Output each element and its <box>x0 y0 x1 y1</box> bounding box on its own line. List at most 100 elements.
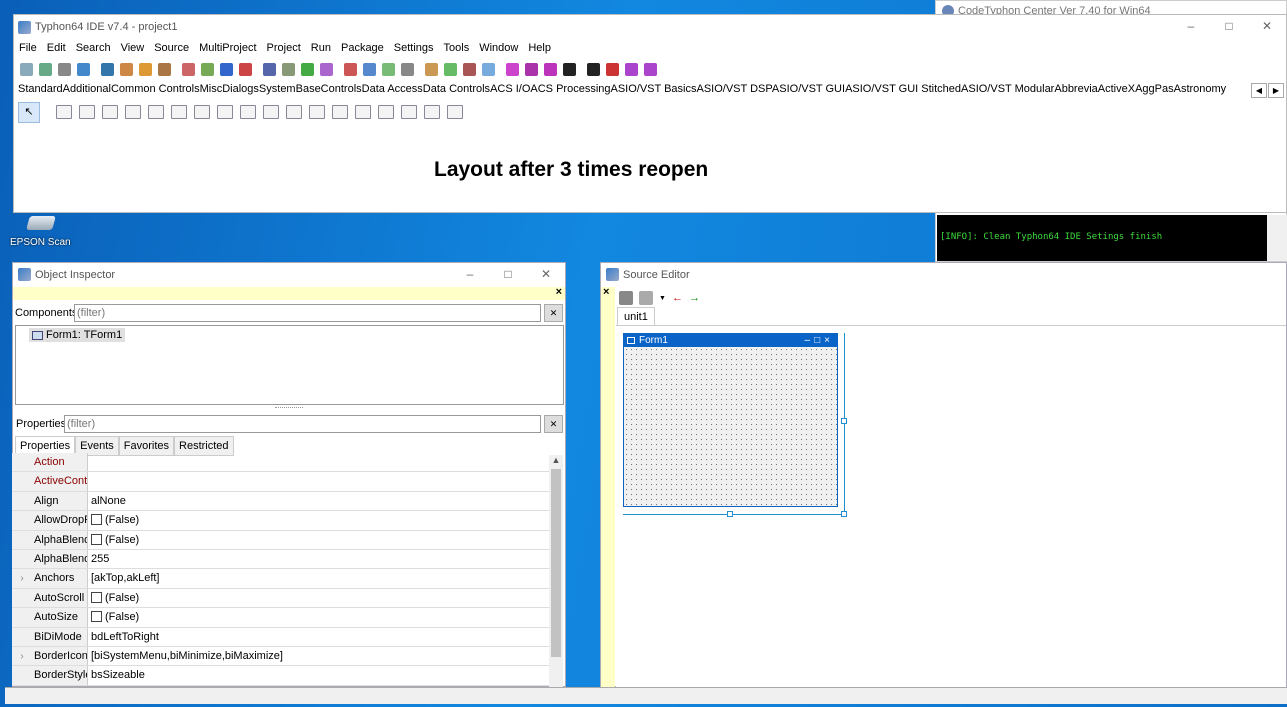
toolbar-button-19-icon[interactable] <box>382 62 395 76</box>
property-row[interactable]: AlphaBlend (False) <box>12 530 549 550</box>
palette-tab-aggpas[interactable]: AggPas <box>1135 83 1174 95</box>
menu-item-settings[interactable]: Settings <box>389 40 439 56</box>
palette-tab-misc[interactable]: Misc <box>200 83 223 95</box>
property-row[interactable]: AlphaBlendValue255 <box>12 549 549 570</box>
property-value[interactable]: alNone <box>88 492 549 510</box>
palette-tab-standard[interactable]: Standard <box>18 83 63 95</box>
property-row[interactable]: AutoScroll (False) <box>12 588 549 609</box>
toolbar-button-14-icon[interactable] <box>282 62 295 76</box>
property-value[interactable]: bdLeftToRight <box>88 628 549 646</box>
expand-arrow-icon[interactable]: › <box>12 569 32 588</box>
clear-components-filter-button[interactable]: ✕ <box>544 304 563 322</box>
splitter-grip[interactable] <box>275 407 303 410</box>
palette-tab-activex[interactable]: ActiveX <box>1098 83 1135 95</box>
epson-scan-shortcut[interactable]: EPSON Scan <box>8 214 71 250</box>
designer-form[interactable]: Form1 –□× <box>623 333 838 507</box>
palette-tab-common-controls[interactable]: Common Controls <box>111 83 200 95</box>
palette-tab-astronomy[interactable]: Astronomy <box>1174 83 1227 95</box>
editor-dock-close-icon[interactable]: × <box>603 286 609 298</box>
property-row[interactable]: ActiveControl <box>12 472 549 492</box>
palette-main-menu-icon[interactable] <box>56 105 72 119</box>
palette-tab-additional[interactable]: Additional <box>63 83 111 95</box>
property-value[interactable]: 255 <box>88 550 549 568</box>
inspector-minimize-icon[interactable]: – <box>451 263 489 285</box>
toolbar-button-5-icon[interactable] <box>101 62 114 76</box>
property-value[interactable] <box>88 472 549 490</box>
palette-radio-group-icon[interactable] <box>355 105 371 119</box>
designer-form-canvas[interactable] <box>624 347 837 506</box>
open-unit-icon[interactable] <box>619 291 633 305</box>
palette-tab-asio-vst-gui[interactable]: ASIO/VST GUI <box>772 83 845 95</box>
palette-check-box-icon[interactable] <box>217 105 233 119</box>
scroll-thumb[interactable] <box>551 469 561 657</box>
toolbar-button-17-icon[interactable] <box>344 62 357 76</box>
toolbar-button-3-icon[interactable] <box>58 62 71 76</box>
properties-filter-input[interactable] <box>64 415 541 433</box>
property-checkbox[interactable] <box>91 591 102 603</box>
palette-tab-asio-vst-gui-stitched[interactable]: ASIO/VST GUI Stitched <box>845 83 961 95</box>
toolbar-button-27-icon[interactable] <box>544 62 557 76</box>
palette-button-icon[interactable] <box>102 105 118 119</box>
minimize-icon[interactable]: – <box>1172 15 1210 37</box>
designer-form-titlebar[interactable]: Form1 –□× <box>624 334 837 347</box>
palette-scroll-left[interactable]: ◀ <box>1251 83 1267 98</box>
toolbar-button-7-icon[interactable] <box>139 62 152 76</box>
property-value[interactable]: (False) <box>88 589 549 607</box>
maximize-icon[interactable]: □ <box>1210 15 1248 37</box>
palette-tab-basecontrols[interactable]: BaseControls <box>296 83 362 95</box>
palette-tab-data-controls[interactable]: Data Controls <box>423 83 490 95</box>
toolbar-button-26-icon[interactable] <box>525 62 538 76</box>
palette-memo-icon[interactable] <box>171 105 187 119</box>
toolbar-button-18-icon[interactable] <box>363 62 376 76</box>
palette-tab-asio-vst-basics[interactable]: ASIO/VST Basics <box>611 83 697 95</box>
property-row[interactable]: AllowDropFiles (False) <box>12 511 549 531</box>
toolbar-button-6-icon[interactable] <box>120 62 133 76</box>
toolbar-button-2-icon[interactable] <box>39 62 52 76</box>
property-grid-scrollbar[interactable]: ▲ <box>549 455 563 687</box>
ide-main-window[interactable]: Typhon64 IDE v7.4 - project1 – □ ✕ File E… <box>13 14 1287 213</box>
form-resize-right[interactable] <box>844 333 845 515</box>
property-value[interactable]: (False) <box>88 511 549 529</box>
toolbar-button-10-icon[interactable] <box>201 62 214 76</box>
toolbar-button-29-icon[interactable] <box>587 62 600 76</box>
toolbar-button-16-icon[interactable] <box>320 62 333 76</box>
toolbar-button-8-icon[interactable] <box>158 62 171 76</box>
palette-tab-abbrevia[interactable]: Abbrevia <box>1054 83 1097 95</box>
palette-edit-icon[interactable] <box>148 105 164 119</box>
property-row[interactable]: › Anchors [akTop,akLeft] <box>12 569 549 589</box>
menu-item-source[interactable]: Source <box>149 40 194 56</box>
palette-toggle-box-icon[interactable] <box>194 105 210 119</box>
components-filter-input[interactable] <box>74 304 541 322</box>
menu-item-project[interactable]: Project <box>262 40 306 56</box>
menu-item-window[interactable]: Window <box>474 40 523 56</box>
property-value[interactable] <box>88 453 549 471</box>
property-value[interactable]: (False) <box>88 608 549 626</box>
palette-scroll-right[interactable]: ▶ <box>1268 83 1284 98</box>
toolbar-button-31-icon[interactable] <box>625 62 638 76</box>
palette-combo-box-icon[interactable] <box>286 105 302 119</box>
toolbar-button-24-icon[interactable] <box>482 62 495 76</box>
toolbar-button-4-icon[interactable] <box>77 62 90 76</box>
toolbar-button-1-icon[interactable] <box>20 62 33 76</box>
toolbar-button-12-icon[interactable] <box>239 62 252 76</box>
palette-label-icon[interactable] <box>125 105 141 119</box>
back-arrow-icon[interactable]: ← <box>672 292 683 304</box>
clear-properties-filter-button[interactable]: ✕ <box>544 415 563 433</box>
property-row[interactable]: › BorderIcons [biSystemMenu,biMinimize,biM… <box>12 646 549 667</box>
menu-item-view[interactable]: View <box>116 40 150 56</box>
toolbar-button-30-icon[interactable] <box>606 62 619 76</box>
menu-item-package[interactable]: Package <box>336 40 389 56</box>
palette-frame-icon[interactable] <box>424 105 440 119</box>
toolbar-button-15-icon[interactable] <box>301 62 314 76</box>
tree-item-form1[interactable]: Form1: TForm1 <box>29 328 126 342</box>
toolbar-button-13-icon[interactable] <box>263 62 276 76</box>
expand-arrow-icon[interactable]: › <box>12 646 32 666</box>
palette-group-box-icon[interactable] <box>332 105 348 119</box>
palette-popup-menu-icon[interactable] <box>79 105 95 119</box>
form-resize-bottom[interactable] <box>623 514 845 515</box>
palette-tab-data-access[interactable]: Data Access <box>362 83 423 95</box>
toolbar-button-23-icon[interactable] <box>463 62 476 76</box>
palette-check-group-icon[interactable] <box>378 105 394 119</box>
property-row[interactable]: Align alNone <box>12 491 549 512</box>
palette-tab-dialogs[interactable]: Dialogs <box>222 83 259 95</box>
